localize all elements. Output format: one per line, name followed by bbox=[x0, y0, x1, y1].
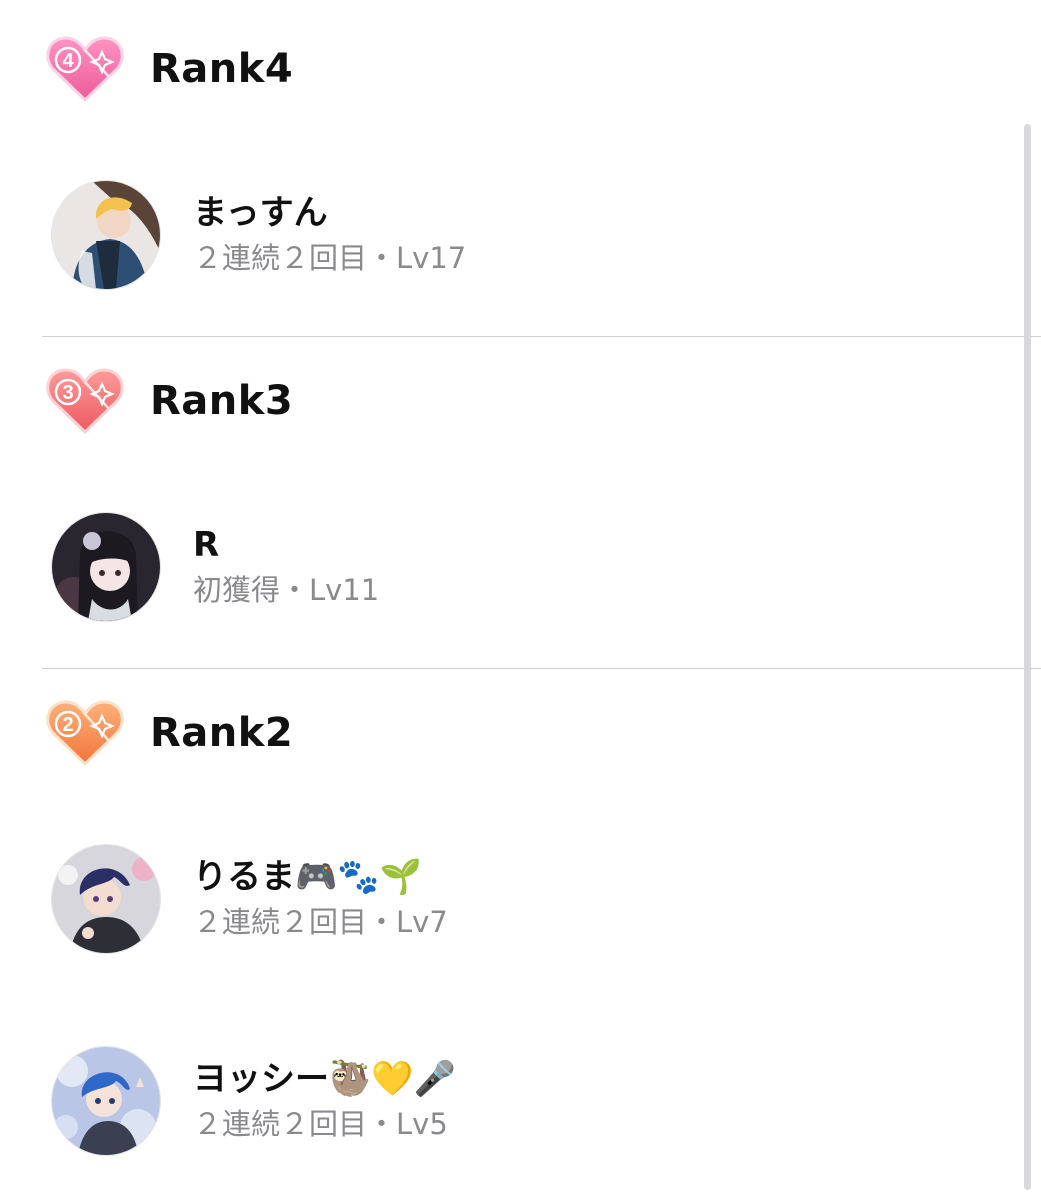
user-avatar-icon[interactable] bbox=[52, 845, 160, 953]
user-meta: ２連続２回目・Lv7 bbox=[193, 905, 448, 939]
rank2-title: Rank2 bbox=[150, 710, 294, 756]
rank4-heart-badge-icon: 4 bbox=[46, 36, 124, 103]
rank3-heart-badge-icon: 3 bbox=[46, 368, 124, 435]
user-row[interactable]: ヨッシー🦥💛🎤 ２連続２回目・Lv5 bbox=[52, 1047, 456, 1155]
user-avatar-icon[interactable] bbox=[52, 513, 160, 621]
user-meta: ２連続２回目・Lv5 bbox=[193, 1107, 448, 1141]
rank2-badge-number: 2 bbox=[62, 714, 73, 736]
user-row[interactable]: りるま🎮🐾🌱 ２連続２回目・Lv7 bbox=[52, 845, 448, 953]
user-name[interactable]: ヨッシー🦥💛🎤 bbox=[193, 1057, 456, 1101]
rank3-header: 3 Rank3 bbox=[46, 366, 293, 436]
user-row[interactable]: まっすん ２連続２回目・Lv17 bbox=[52, 181, 466, 289]
user-meta: ２連続２回目・Lv17 bbox=[193, 241, 467, 275]
user-name[interactable]: りるま🎮🐾🌱 bbox=[193, 855, 448, 899]
user-meta: 初獲得・Lv11 bbox=[193, 573, 380, 607]
user-avatar-icon[interactable] bbox=[52, 181, 160, 289]
rank2-heart-badge-icon: 2 bbox=[46, 700, 124, 767]
user-name[interactable]: R bbox=[193, 523, 379, 567]
vertical-scrollbar[interactable] bbox=[1024, 124, 1031, 1190]
rank4-title: Rank4 bbox=[150, 46, 294, 92]
user-row[interactable]: R 初獲得・Lv11 bbox=[52, 513, 379, 621]
rank3-badge-number: 3 bbox=[62, 382, 73, 404]
ranking-list: 4 Rank4 まっすん ２連続２回目・Lv17 3 Rank3 R 初獲得・L… bbox=[0, 0, 1041, 1200]
rank3-title: Rank3 bbox=[150, 378, 294, 424]
rank4-header: 4 Rank4 bbox=[46, 34, 293, 104]
rank4-badge-number: 4 bbox=[62, 50, 74, 72]
section-divider bbox=[42, 336, 1041, 337]
section-divider bbox=[42, 668, 1041, 669]
rank2-header: 2 Rank2 bbox=[46, 698, 293, 768]
user-name[interactable]: まっすん bbox=[193, 191, 466, 235]
user-avatar-icon[interactable] bbox=[52, 1047, 160, 1155]
